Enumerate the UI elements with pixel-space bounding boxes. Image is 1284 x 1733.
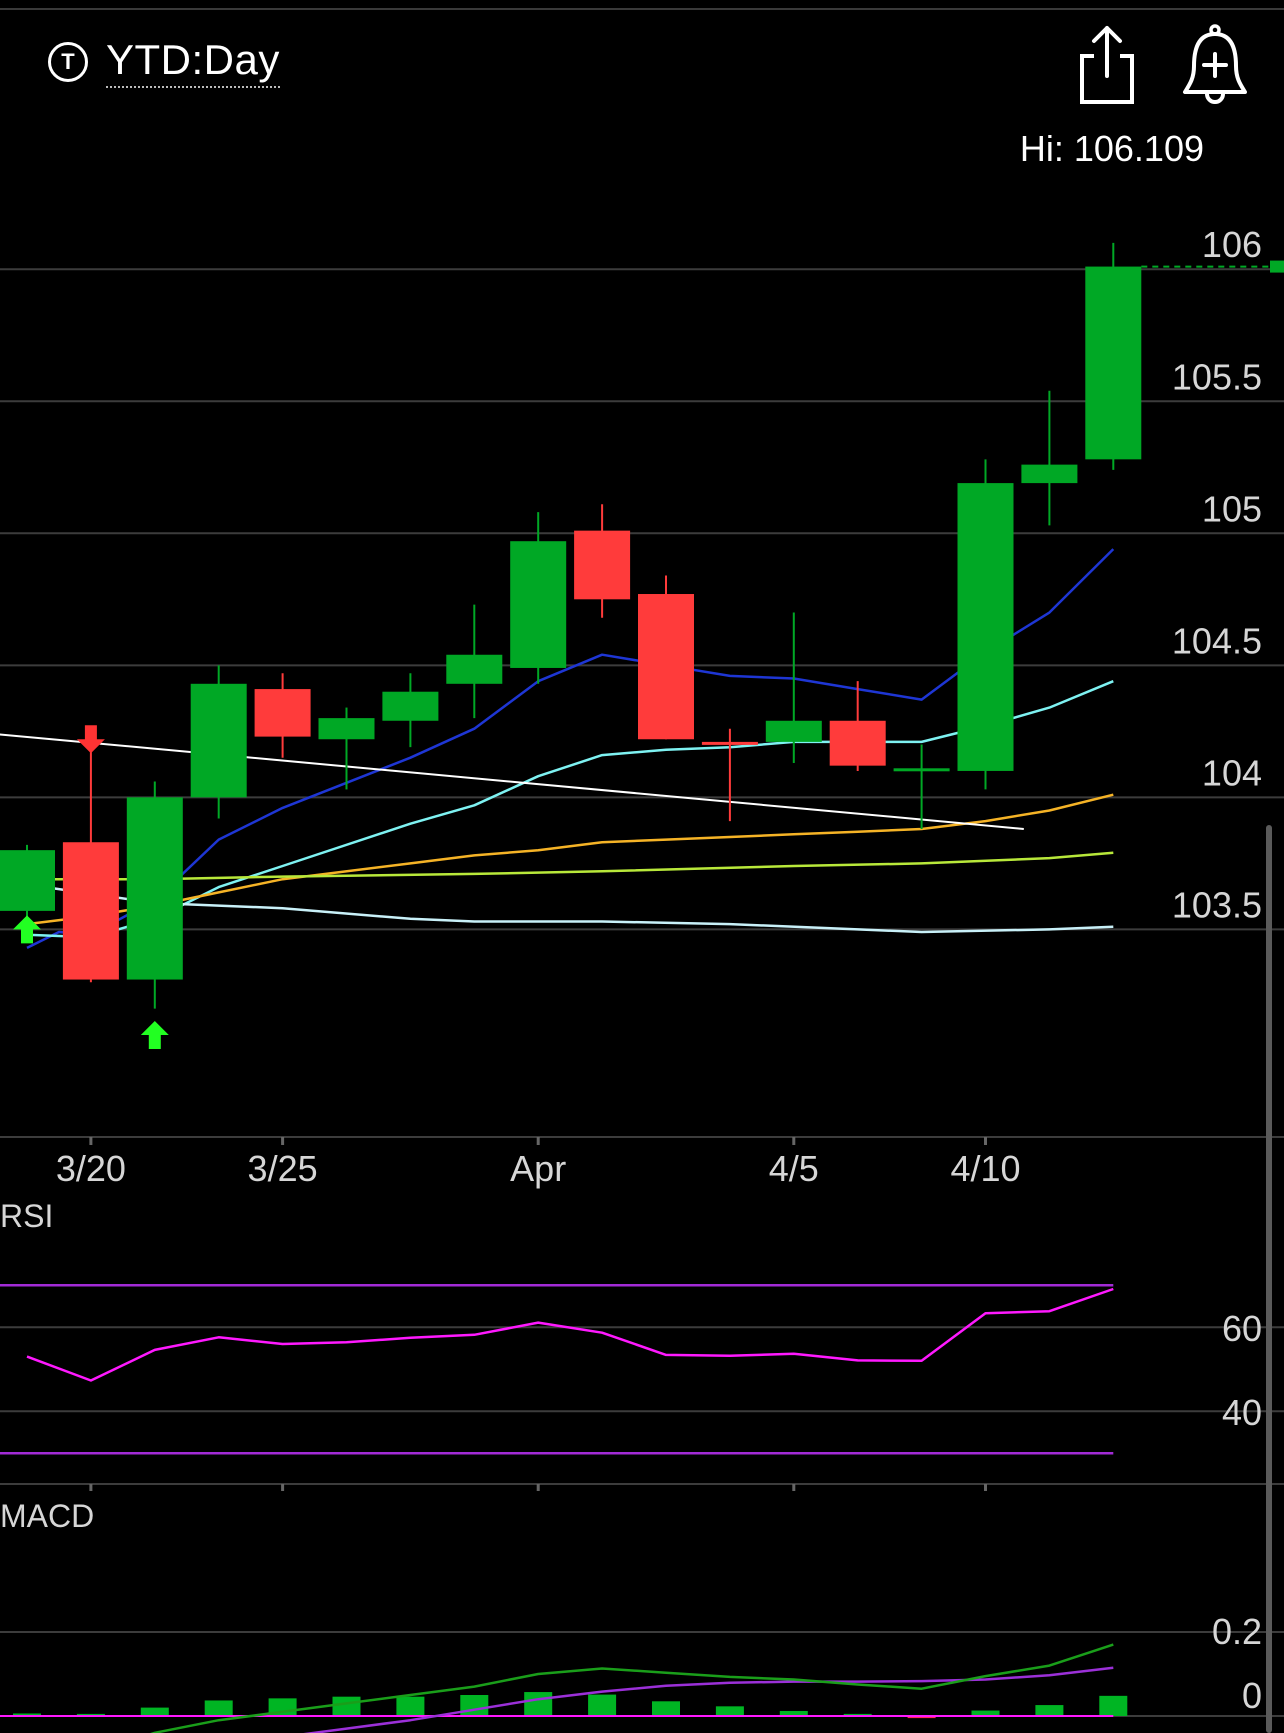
- signal-arrow-down: [76, 725, 105, 754]
- candle: [1085, 242, 1142, 470]
- macd-histogram-bar: [332, 1696, 361, 1716]
- candle-body: [126, 797, 183, 980]
- macd-histogram-bar: [140, 1707, 169, 1716]
- signal-arrow-up: [13, 915, 41, 944]
- rsi-line: [26, 1287, 1114, 1382]
- macd-histogram-bar: [588, 1694, 617, 1716]
- macd-histogram-bar: [524, 1692, 553, 1716]
- macd-title: MACD: [0, 1498, 94, 1534]
- macd-panel[interactable]: MACD 0.2 0: [0, 1498, 1284, 1733]
- candle-body: [638, 594, 694, 740]
- top-bar: T YTD:Day: [0, 0, 1284, 110]
- candle: [382, 673, 439, 748]
- candle-body: [765, 720, 822, 742]
- candle: [701, 728, 758, 822]
- high-price-label: Hi: 106.109: [1019, 128, 1204, 169]
- vertical-scrollbar[interactable]: [1266, 825, 1272, 1733]
- candle-body: [574, 530, 631, 600]
- moving-average-line: [26, 548, 1115, 950]
- candle-body: [446, 654, 503, 684]
- x-tick-label: 4/5: [769, 1148, 819, 1189]
- candle-body: [510, 541, 567, 668]
- timezone-icon[interactable]: T: [48, 42, 88, 82]
- candle: [254, 673, 311, 758]
- price-tick-label: 106: [1202, 224, 1262, 265]
- candle-body: [1085, 266, 1142, 460]
- last-price-marker: [1270, 260, 1284, 273]
- candle-body: [1021, 464, 1078, 484]
- candle: [318, 707, 375, 790]
- macd-histogram-bar: [460, 1695, 489, 1716]
- price-tick-label: 103.5: [1172, 884, 1262, 925]
- candle-body: [318, 718, 375, 740]
- candle-body: [829, 720, 886, 766]
- macd-histogram-bar: [1035, 1705, 1064, 1716]
- macd-tick-label: 0.2: [1212, 1611, 1262, 1652]
- rsi-tick-label: 60: [1222, 1308, 1262, 1349]
- candle: [446, 604, 503, 719]
- candle: [893, 744, 950, 830]
- macd-tick-label: 0: [1242, 1675, 1262, 1716]
- candle: [574, 504, 631, 618]
- candle: [190, 665, 247, 819]
- x-tick-label: 3/25: [248, 1148, 318, 1189]
- candle: [765, 612, 822, 764]
- rsi-panel[interactable]: RSI 60 40: [0, 1198, 1284, 1491]
- macd-histogram-bar: [715, 1706, 744, 1716]
- rsi-title: RSI: [0, 1198, 53, 1234]
- candle-body: [0, 850, 55, 911]
- price-tick-label: 105: [1202, 488, 1262, 529]
- candle-body: [254, 689, 311, 737]
- x-axis: 3/20 3/25 Apr 4/5 4/10: [56, 1137, 1021, 1189]
- signal-arrow-up: [140, 1021, 169, 1049]
- candle-body: [382, 691, 439, 721]
- top-divider: [0, 8, 1284, 10]
- macd-signal-line: [303, 1666, 1114, 1733]
- candle: [829, 681, 886, 771]
- candle-body: [893, 768, 950, 772]
- x-tick-label: 3/20: [56, 1148, 126, 1189]
- period-selector[interactable]: YTD:Day: [106, 36, 280, 88]
- macd-histogram-bar: [396, 1696, 425, 1716]
- candle: [126, 781, 183, 1009]
- price-tick-label: 104: [1202, 752, 1262, 793]
- candle: [957, 459, 1014, 790]
- candle: [510, 512, 567, 684]
- candle-body: [62, 842, 119, 980]
- x-tick-label: Apr: [510, 1148, 566, 1189]
- add-alert-bell-icon[interactable]: [1180, 22, 1250, 106]
- share-icon[interactable]: [1074, 22, 1140, 106]
- price-panel[interactable]: 106 105.5 105 104.5 104 103.5: [0, 224, 1284, 1138]
- candle-body: [701, 741, 758, 745]
- macd-histogram-bar: [652, 1701, 680, 1716]
- candle-body: [957, 483, 1014, 771]
- candle: [62, 744, 119, 983]
- price-tick-label: 104.5: [1172, 620, 1262, 661]
- price-tick-label: 105.5: [1172, 356, 1262, 397]
- x-tick-label: 4/10: [950, 1148, 1020, 1189]
- moving-average-line: [26, 883, 1114, 934]
- macd-line: [150, 1643, 1114, 1733]
- candle-body: [190, 683, 247, 798]
- rsi-tick-label: 40: [1222, 1392, 1262, 1433]
- macd-histogram-bar: [1099, 1695, 1128, 1716]
- candle: [638, 575, 694, 740]
- macd-histogram-bar: [204, 1700, 233, 1716]
- chart-canvas[interactable]: 106 105.5 105 104.5 104 103.5 3/20 3/25 Apr 4/5 4…: [0, 0, 1284, 1733]
- candle: [1021, 390, 1078, 526]
